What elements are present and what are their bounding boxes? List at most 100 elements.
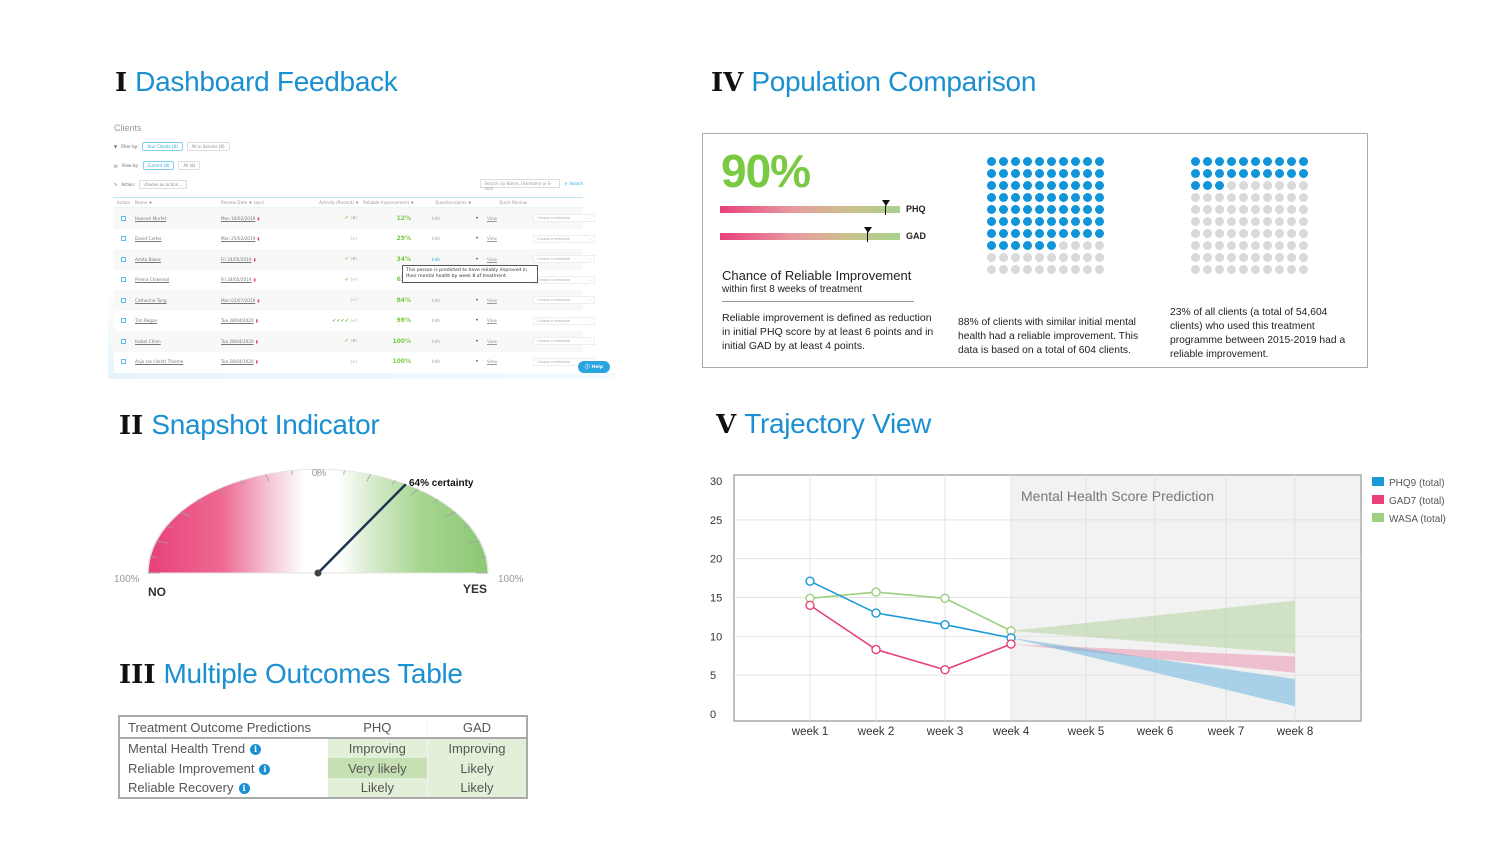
client-name-link[interactable]: Catherine Tong bbox=[135, 298, 221, 303]
info-icon[interactable]: i bbox=[250, 744, 262, 756]
review-date-link[interactable]: Mon 01/07/2019 bbox=[221, 298, 255, 303]
template-select-value: Choose a template bbox=[537, 359, 571, 364]
view-link[interactable]: View bbox=[487, 298, 533, 303]
template-select[interactable]: Choose a template ⌄ bbox=[533, 214, 595, 223]
x-tick-label: week 2 bbox=[857, 726, 894, 738]
template-select[interactable]: Choose a template ⌄ bbox=[533, 255, 595, 264]
person-dot-filled bbox=[1047, 193, 1056, 202]
client-name-link[interactable]: Amita Biwas bbox=[135, 257, 221, 262]
row-checkbox[interactable] bbox=[113, 338, 135, 344]
info-icon[interactable]: i bbox=[259, 763, 271, 775]
phq-bar bbox=[720, 199, 900, 215]
person-dot-filled bbox=[1011, 241, 1020, 250]
info-link[interactable]: Info bbox=[427, 236, 467, 241]
info-link[interactable]: Info bbox=[427, 318, 467, 323]
person-dot-filled bbox=[1083, 229, 1092, 238]
row-checkbox[interactable] bbox=[113, 215, 135, 221]
view-link[interactable]: View bbox=[487, 257, 533, 262]
similar-clients-caption: 88% of clients with similar initial ment… bbox=[958, 317, 1139, 356]
review-date-link[interactable]: Tue 28/04/2020 bbox=[221, 318, 254, 323]
info-icon[interactable]: i bbox=[238, 783, 250, 795]
review-date-link[interactable]: Mon 18/02/2019 bbox=[221, 216, 255, 221]
view-link[interactable]: View bbox=[487, 216, 533, 221]
review-date-link[interactable]: Tue 28/04/2020 bbox=[221, 359, 254, 364]
person-dot-filled bbox=[1083, 169, 1092, 178]
col-name[interactable]: Name ♦ bbox=[135, 200, 221, 205]
view-current[interactable]: Current (8) bbox=[142, 161, 175, 170]
view-all[interactable]: All (8) bbox=[178, 161, 201, 170]
person-dot-empty bbox=[1227, 217, 1236, 226]
person-dot-empty bbox=[1287, 193, 1296, 202]
person-dot-filled bbox=[999, 169, 1008, 178]
col-questionnaires[interactable]: Questionnaires ♦ bbox=[427, 200, 472, 205]
search-input[interactable]: Search via Name, Username or E-mail bbox=[480, 179, 561, 191]
person-dot-filled bbox=[1035, 205, 1044, 214]
outcome-phq: Very likely bbox=[327, 758, 428, 778]
review-date-link[interactable]: Tue 28/04/2020 bbox=[221, 339, 254, 344]
person-dot-filled bbox=[1059, 157, 1068, 166]
view-link[interactable]: View bbox=[487, 236, 533, 241]
info-link[interactable]: Info bbox=[427, 257, 467, 262]
filter-all-in-service[interactable]: All in Service (8) bbox=[186, 142, 230, 151]
review-date-link[interactable]: Fri 24/05/2019 bbox=[221, 277, 251, 282]
row-checkbox[interactable] bbox=[113, 297, 135, 303]
row-checkbox[interactable] bbox=[113, 236, 135, 242]
review-date-link[interactable]: Mon 25/02/2019 bbox=[221, 236, 255, 241]
client-name-link[interactable]: Tim Regan bbox=[135, 318, 221, 323]
filter-your-clients[interactable]: Your Clients (8) bbox=[142, 142, 183, 151]
person-dot-empty bbox=[1071, 265, 1080, 274]
template-select[interactable]: Choose a template ⌄ bbox=[533, 316, 595, 325]
person-dot-empty bbox=[999, 253, 1008, 262]
col-activity[interactable]: Activity (Recent) ♦ bbox=[309, 200, 363, 205]
view-link[interactable]: View bbox=[487, 318, 533, 323]
activity-cell: ✔ (✔) bbox=[309, 277, 363, 283]
outcomes-header-phq: PHQ bbox=[327, 716, 428, 739]
info-link[interactable]: Info bbox=[427, 359, 467, 364]
person-dot-filled bbox=[1059, 205, 1068, 214]
view-label: View by: bbox=[121, 163, 139, 168]
row-checkbox[interactable] bbox=[113, 359, 135, 365]
info-link[interactable]: Info bbox=[427, 298, 467, 303]
person-dot-empty bbox=[1275, 241, 1284, 250]
client-name-link[interactable]: Isabel Chien bbox=[135, 339, 221, 344]
client-name-link[interactable]: Anja (as client) Thieme bbox=[135, 359, 221, 364]
flag-icon: ▮ bbox=[257, 297, 260, 303]
view-link[interactable]: View bbox=[487, 339, 533, 344]
person-dot-filled bbox=[1095, 217, 1104, 226]
person-dot-filled bbox=[1071, 157, 1080, 166]
client-name-link[interactable]: Prerna Chikersal bbox=[135, 277, 221, 282]
client-name-link[interactable]: Hannah Murfet bbox=[135, 216, 221, 221]
template-select-value: Choose a template bbox=[537, 277, 571, 282]
template-select[interactable]: Choose a template ⌄ bbox=[533, 296, 595, 305]
row-checkbox[interactable] bbox=[113, 318, 135, 324]
col-reliable-improvement[interactable]: Reliable Improvement ♦ bbox=[363, 200, 414, 205]
review-date-cell: Mon 18/02/2019 ▮ bbox=[221, 216, 309, 221]
person-dot-empty bbox=[1095, 265, 1104, 274]
review-date-link[interactable]: Fri 24/05/2019 bbox=[221, 257, 251, 262]
person-dot-empty bbox=[1299, 193, 1308, 202]
view-link[interactable]: View bbox=[487, 359, 533, 364]
row-checkbox[interactable] bbox=[113, 277, 135, 283]
info-link[interactable]: Info bbox=[427, 216, 467, 221]
help-button[interactable]: ⓘ Help bbox=[578, 361, 610, 373]
client-name-link[interactable]: David Carter bbox=[135, 236, 221, 241]
improvement-percent: 100% bbox=[392, 337, 411, 345]
review-date-cell: Fri 24/05/2019 ▮ bbox=[221, 257, 309, 262]
y-tick-label: 0 bbox=[710, 709, 716, 721]
row-checkbox[interactable] bbox=[113, 256, 135, 262]
info-link[interactable]: Info bbox=[427, 339, 467, 344]
y-axis-ticks: 0 5 10 15 20 25 30 bbox=[710, 476, 722, 721]
col-action[interactable]: Action bbox=[113, 200, 135, 205]
template-select[interactable]: Choose a template ⌄ bbox=[533, 234, 595, 243]
gad-bar-row: GAD bbox=[720, 226, 926, 242]
template-select[interactable]: Choose a template ⌄ bbox=[533, 337, 595, 346]
activity-checks: ✔ bbox=[344, 338, 349, 345]
template-select[interactable]: Choose a template ⌄ bbox=[533, 275, 595, 284]
person-dot-filled bbox=[1215, 181, 1224, 190]
filter-label: Filter by: bbox=[121, 144, 139, 149]
col-review-date[interactable]: Review Date ♦ (asc) bbox=[221, 200, 309, 205]
search-button[interactable]: ⚲ Search bbox=[564, 181, 583, 186]
person-dot-empty bbox=[1251, 253, 1260, 262]
action-select[interactable]: choose an action ⌄ bbox=[139, 180, 188, 189]
gad-bar-label: GAD bbox=[906, 231, 926, 241]
